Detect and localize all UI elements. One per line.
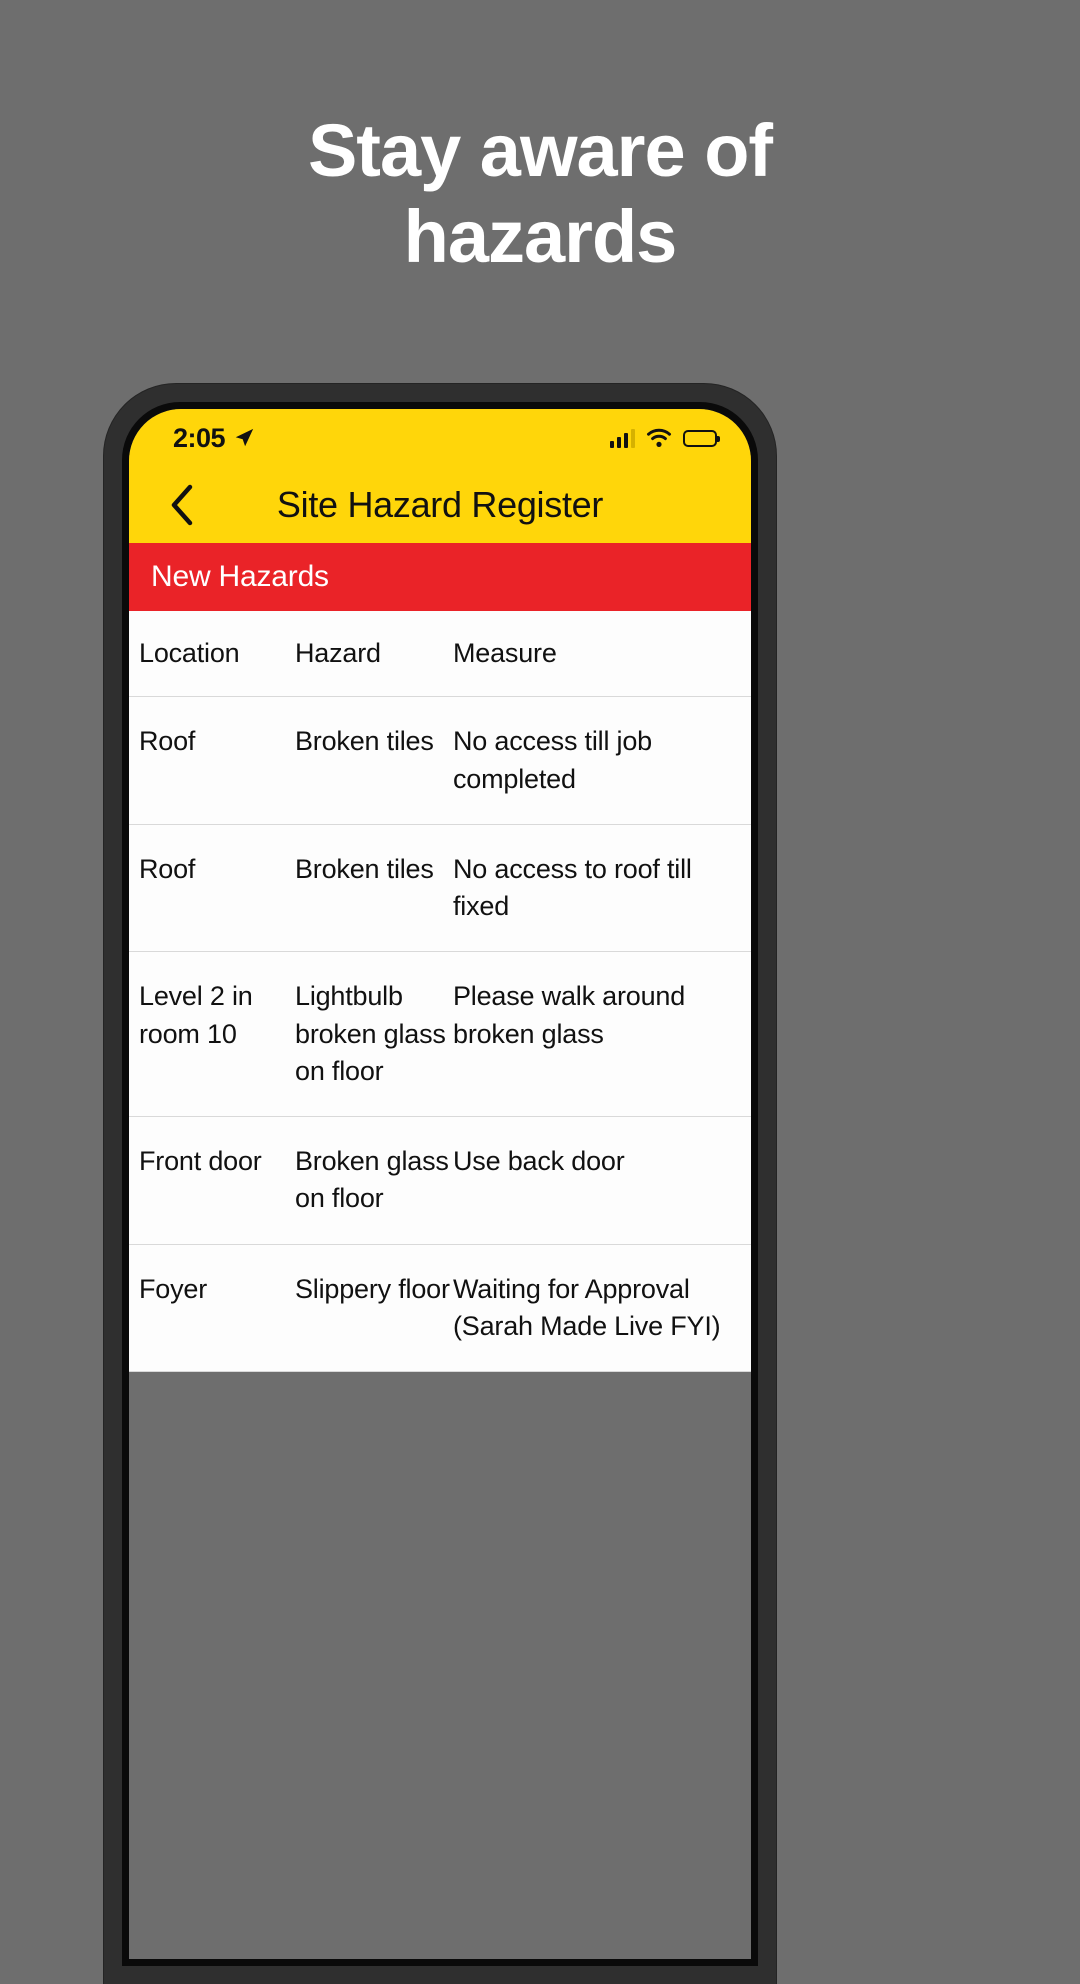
- cell-hazard: Broken tiles: [295, 726, 434, 757]
- new-hazards-banner-label: New Hazards: [151, 560, 329, 593]
- table-header-row: Location Hazard Measure: [129, 611, 751, 698]
- cell-location: Roof: [139, 726, 196, 757]
- status-bar-left: 2:05: [173, 423, 255, 454]
- chevron-left-icon: [171, 484, 193, 526]
- wifi-icon: [647, 428, 671, 447]
- cell-location: Level 2 in room 10: [139, 981, 253, 1049]
- cellular-signal-icon: [609, 428, 635, 448]
- empty-area: [129, 1372, 751, 1959]
- cell-hazard: Broken tiles: [295, 853, 434, 884]
- cell-location: Foyer: [139, 1273, 208, 1304]
- table-row[interactable]: Level 2 in room 10 Lightbulb broken glas…: [129, 952, 751, 1117]
- new-hazards-banner: New Hazards: [129, 543, 751, 611]
- table-row[interactable]: Foyer Slippery floor Waiting for Approva…: [129, 1245, 751, 1372]
- location-arrow-icon: [235, 428, 254, 447]
- column-header-measure: Measure: [453, 638, 557, 668]
- cell-hazard: Lightbulb broken glass on floor: [295, 981, 446, 1086]
- status-bar: 2:05: [129, 409, 751, 467]
- page-title: Site Hazard Register: [276, 484, 604, 525]
- table-row[interactable]: Roof Broken tiles No access to roof till…: [129, 825, 751, 953]
- status-bar-time: 2:05: [173, 422, 226, 453]
- cell-location: Front door: [139, 1146, 262, 1176]
- table-row[interactable]: Front door Broken glass on floor Use bac…: [129, 1117, 751, 1245]
- hazards-table: Location Hazard Measure Roof Broken tile…: [129, 611, 751, 1372]
- nav-bar: Site Hazard Register: [129, 467, 751, 543]
- phone-mockup: 2:05 Site Hazard Register New Hazards Lo…: [104, 384, 776, 1984]
- cell-location: Roof: [139, 853, 196, 884]
- cell-hazard: Slippery floor: [295, 1273, 450, 1304]
- promo-headline-line2: hazards: [403, 194, 678, 278]
- phone-screen: 2:05 Site Hazard Register New Hazards Lo…: [129, 409, 751, 1959]
- column-header-location: Location: [139, 638, 240, 668]
- cell-hazard: Broken glass on floor: [295, 1146, 449, 1214]
- phone-bezel: 2:05 Site Hazard Register New Hazards Lo…: [122, 402, 758, 1966]
- cell-measure: No access to roof till fixed: [453, 853, 692, 921]
- table-row[interactable]: Roof Broken tiles No access till job com…: [129, 697, 751, 825]
- promo-headline-line1: Stay aware of: [307, 109, 773, 192]
- back-button[interactable]: [159, 482, 205, 528]
- cell-measure: Please walk around broken glass: [453, 981, 686, 1049]
- status-bar-right: [609, 428, 720, 448]
- promo-headline: Stay aware of hazards: [0, 108, 1080, 280]
- cell-measure: Use back door: [453, 1146, 625, 1176]
- cell-measure: No access till job completed: [453, 726, 652, 794]
- cell-measure: Waiting for Approval (Sarah Made Live FY…: [453, 1273, 721, 1341]
- column-header-hazard: Hazard: [295, 638, 381, 668]
- battery-full-icon: [683, 429, 720, 447]
